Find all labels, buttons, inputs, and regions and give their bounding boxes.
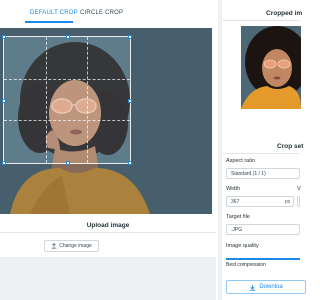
- height-label: V: [297, 186, 301, 192]
- editor-card: DEFAULT CROP CIRCLE CROP Upload image Ch…: [0, 0, 216, 257]
- crop-handle-top[interactable]: [66, 35, 70, 39]
- crop-overlay-right: [131, 28, 212, 214]
- image-quality-label: Image quality: [226, 243, 259, 249]
- crop-handle-left[interactable]: [2, 99, 6, 103]
- crop-grid-line: [45, 37, 47, 163]
- crop-handle-right[interactable]: [128, 99, 132, 103]
- editor-panel: DEFAULT CROP CIRCLE CROP Upload image Ch…: [0, 0, 216, 300]
- aspect-ratio-value: Standard (1 / 1): [231, 170, 266, 177]
- crop-mode-tabs: DEFAULT CROP CIRCLE CROP: [0, 0, 216, 28]
- target-file-value: .JPG: [231, 226, 243, 233]
- upload-title: Upload image: [86, 222, 130, 229]
- crop-handle-bottom-right[interactable]: [128, 161, 132, 165]
- height-input[interactable]: [297, 196, 300, 207]
- quality-value: Best compression: [226, 262, 266, 268]
- download-icon: [250, 284, 256, 291]
- crop-canvas[interactable]: [0, 28, 212, 214]
- aspect-ratio-select[interactable]: Standard (1 / 1): [226, 168, 300, 179]
- crop-handle-top-right[interactable]: [128, 35, 132, 39]
- quality-slider[interactable]: [226, 258, 300, 260]
- cropped-preview: [241, 26, 301, 109]
- crop-grid-line: [4, 78, 130, 80]
- download-label: Downloa: [259, 284, 283, 290]
- upload-icon: [51, 243, 57, 249]
- width-value: 367: [231, 198, 240, 205]
- crop-selection[interactable]: [2, 35, 132, 165]
- download-button[interactable]: Downloa: [226, 280, 306, 294]
- target-file-select[interactable]: .JPG: [226, 224, 300, 235]
- width-label: Width: [226, 186, 241, 192]
- crop-settings-title: Crop set: [277, 143, 304, 150]
- crop-handle-top-left[interactable]: [2, 35, 6, 39]
- change-image-label: Change image: [59, 243, 92, 249]
- divider: [222, 153, 300, 154]
- divider: [222, 20, 300, 21]
- divider: [0, 232, 216, 233]
- width-unit: px: [285, 199, 291, 205]
- tab-circle-crop[interactable]: CIRCLE CROP: [80, 10, 123, 16]
- crop-overlay-bottom: [0, 164, 131, 214]
- tab-default-crop[interactable]: DEFAULT CROP: [30, 10, 78, 16]
- change-image-button[interactable]: Change image: [44, 240, 99, 252]
- crop-handle-bottom-left[interactable]: [2, 161, 6, 165]
- width-input[interactable]: 367: [226, 196, 294, 207]
- crop-grid-line: [4, 120, 130, 122]
- crop-handle-bottom[interactable]: [66, 161, 70, 165]
- cropped-photo: [241, 26, 301, 109]
- crop-grid-line: [87, 37, 89, 163]
- active-tab-indicator: [25, 21, 73, 23]
- cropped-image-title: Cropped im: [266, 10, 303, 17]
- aspect-ratio-label: Aspect ratio: [226, 158, 256, 164]
- target-file-label: Target file: [226, 214, 250, 220]
